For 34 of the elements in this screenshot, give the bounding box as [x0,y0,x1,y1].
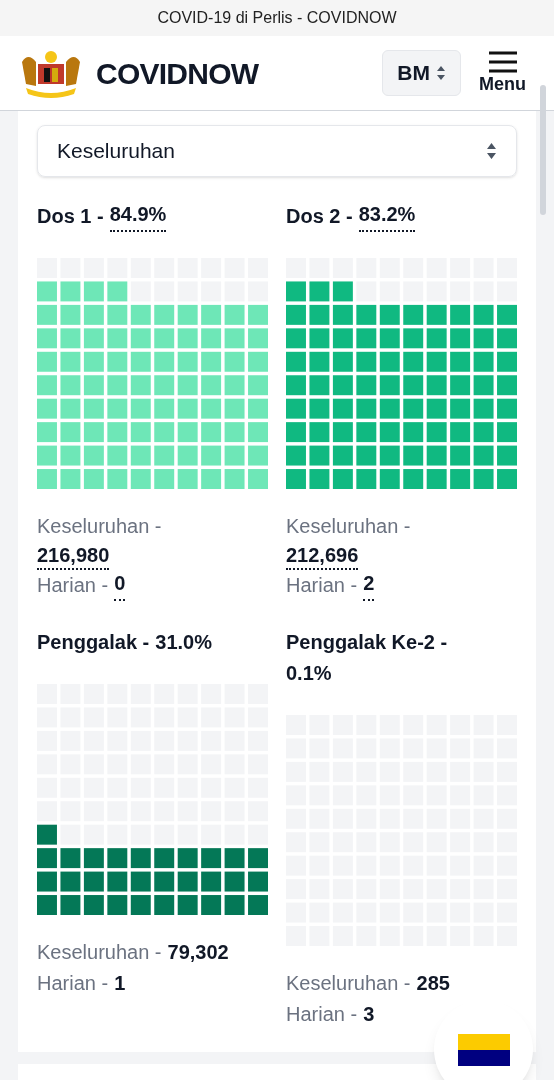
sort-caret-icon [486,142,497,160]
scrollbar[interactable] [540,85,546,215]
stat-label: Keseluruhan - [37,514,162,539]
sort-caret-icon [436,65,446,81]
stat-label: Keseluruhan - [286,971,411,996]
stat-label: Harian - [37,971,109,996]
dose-title: Penggalak - [37,630,150,655]
stat-value: 285 [416,971,450,996]
language-selector[interactable]: BM [382,50,461,96]
dose-percentage: 84.9% [109,201,167,232]
dose-percentage: 83.2% [358,201,416,232]
dose-percentage: 31.0% [155,630,212,655]
stat-label: Harian - [286,1002,358,1027]
dose-title: Dos 2 - [286,204,353,229]
flag-icon [457,1033,510,1066]
stat-label: Harian - [37,573,109,598]
stat-label: Harian - [286,573,358,598]
stat-value: 2 [363,570,375,601]
page-title: COVID-19 di Perlis - COVIDNOW [157,8,397,28]
dose-percentage: 0.1% [286,661,332,686]
stat-value: 212,696 [286,542,359,570]
stat-value: 3 [363,1002,375,1027]
filter-dropdown[interactable]: Keseluruhan [37,125,517,177]
menu-icon [487,51,518,73]
stat-value: 79,302 [167,940,229,965]
menu-button[interactable]: Menu [479,51,526,95]
stat-value: 0 [114,570,126,601]
brand-name: COVIDNOW [96,55,259,92]
stat-value: 216,980 [37,542,110,570]
dose-title: Dos 1 - [37,204,104,229]
stat-value: 1 [114,971,126,996]
stat-label: Keseluruhan - [286,514,411,539]
dose-title: Penggalak Ke-2 - [286,630,448,655]
stat-label: Keseluruhan - [37,940,162,965]
